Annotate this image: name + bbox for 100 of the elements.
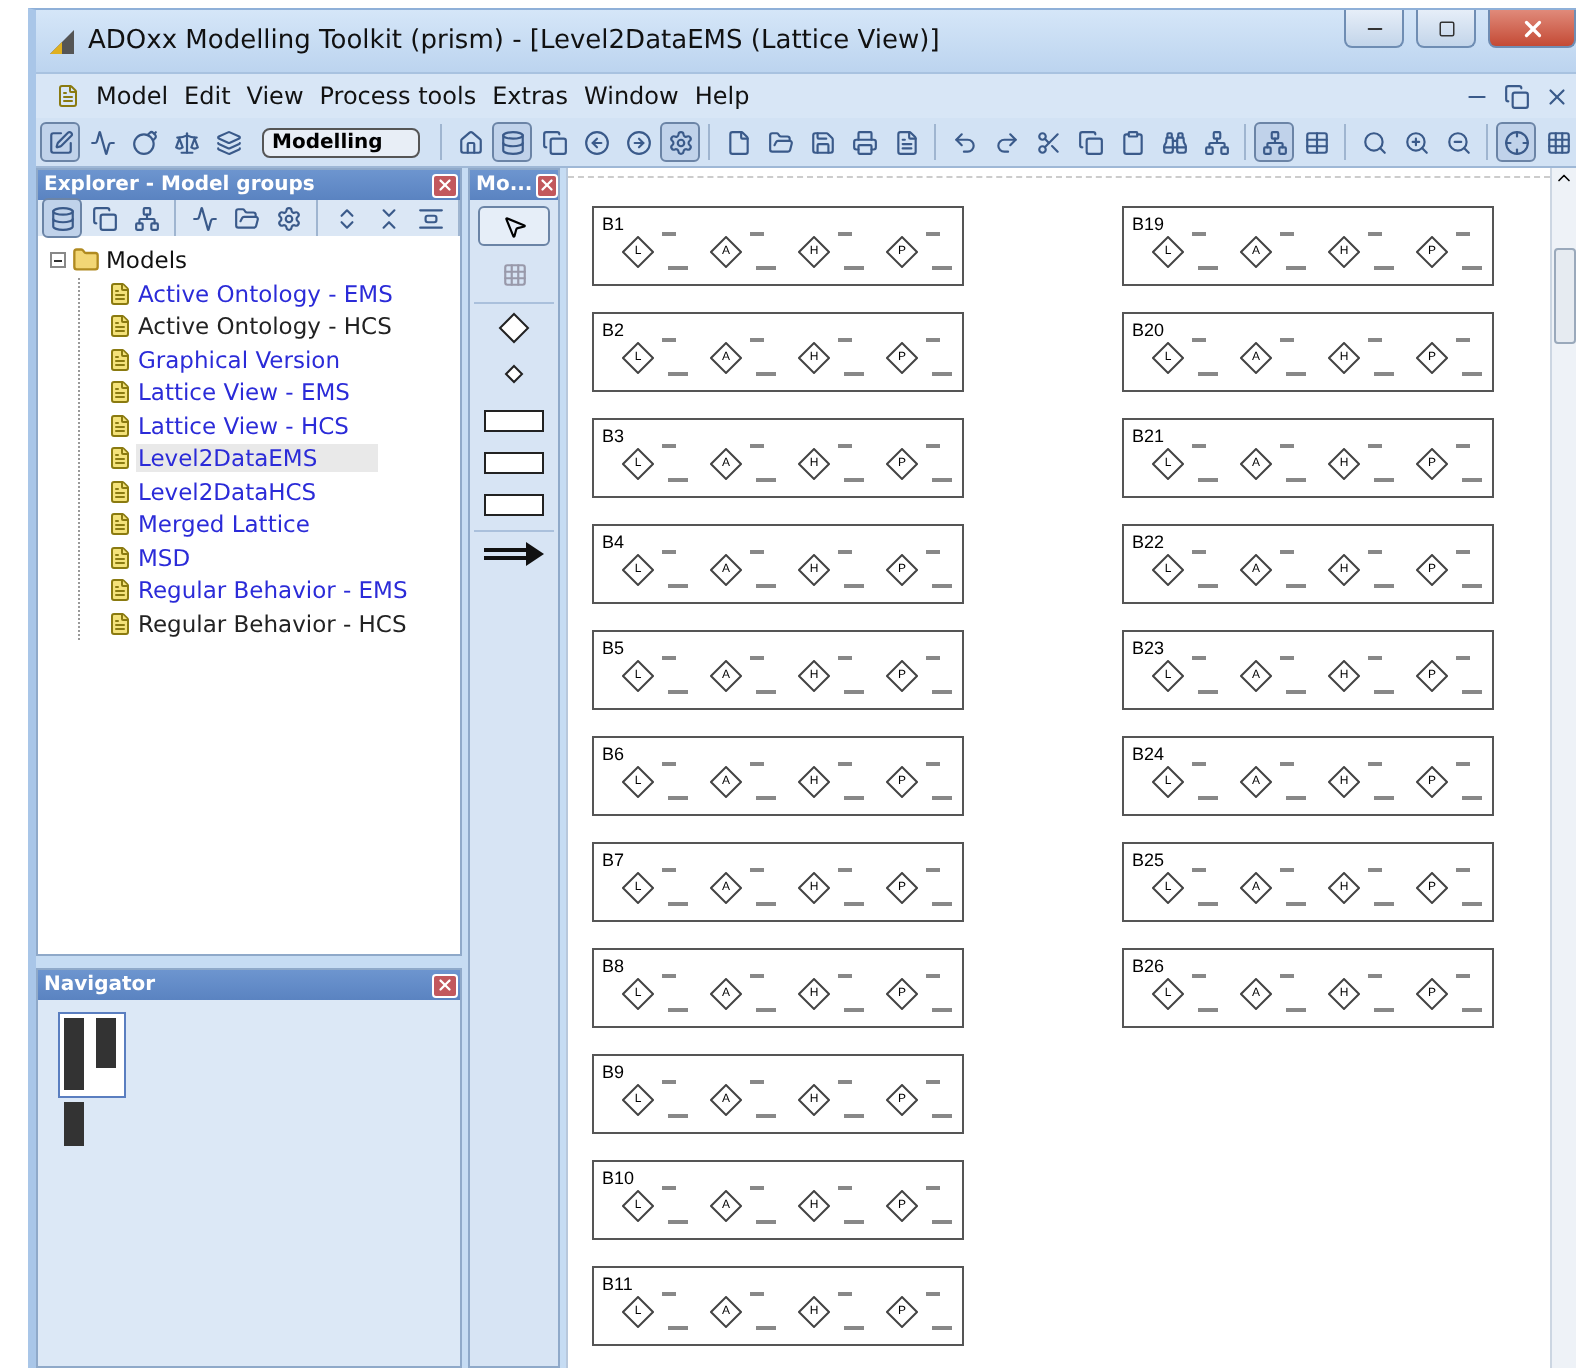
- block-label: B1: [602, 214, 625, 234]
- crosshair-icon[interactable]: [1496, 122, 1537, 162]
- annotation-marks-drawing: [922, 866, 954, 910]
- tree-item[interactable]: Regular Behavior - HCS: [136, 609, 467, 638]
- annotation-marks-drawing: [1276, 548, 1308, 592]
- annotation-marks-drawing: [1188, 866, 1220, 910]
- annotation-marks-drawing: [746, 442, 778, 486]
- tree-item[interactable]: Graphical Version: [136, 345, 400, 374]
- annotation-marks-drawing: [658, 760, 690, 804]
- annotation-marks-drawing: [834, 972, 866, 1016]
- close-icon[interactable]: [432, 173, 458, 197]
- annotation-marks-drawing: [746, 972, 778, 1016]
- annotation-marks-drawing: [658, 654, 690, 698]
- collapse-icon[interactable]: [50, 252, 66, 269]
- model-icon: [108, 479, 132, 504]
- block-label: B23: [1132, 638, 1165, 658]
- annotation-marks-drawing: [746, 1078, 778, 1122]
- close-icon: [1519, 15, 1545, 41]
- close-button[interactable]: [1488, 10, 1576, 48]
- annotation-marks-drawing: [922, 230, 954, 274]
- annotation-marks-drawing: [1364, 548, 1396, 592]
- panel-title: Mo...: [476, 174, 533, 196]
- block-label: B7: [602, 850, 625, 870]
- menu-item[interactable]: Extras: [484, 82, 577, 110]
- menu-item[interactable]: Model: [88, 82, 177, 110]
- block-label: B4: [602, 532, 625, 552]
- tree-item[interactable]: Models: [104, 246, 248, 275]
- tree-item[interactable]: Level2DataHCS: [136, 477, 377, 506]
- annotation-marks-drawing: [746, 336, 778, 380]
- block-label: B20: [1132, 320, 1165, 340]
- annotation-marks-drawing: [1276, 866, 1308, 910]
- annotation-marks-drawing: [1188, 548, 1220, 592]
- tree-item[interactable]: Active Ontology - HCS: [136, 312, 452, 341]
- annotation-marks-drawing: [922, 1290, 954, 1334]
- tree-item[interactable]: Merged Lattice: [136, 510, 370, 539]
- annotation-marks-drawing: [922, 1184, 954, 1228]
- annotation-marks-drawing: [922, 548, 954, 592]
- model-icon: [108, 380, 132, 405]
- model-icon: [108, 446, 132, 471]
- annotation-marks-drawing: [1276, 230, 1308, 274]
- annotation-marks-drawing: [834, 760, 866, 804]
- annotation-marks-drawing: [922, 972, 954, 1016]
- database-icon[interactable]: [492, 122, 533, 162]
- block-label: B22: [1132, 532, 1165, 552]
- annotation-marks-drawing: [922, 442, 954, 486]
- block-label: B19: [1132, 214, 1165, 234]
- annotation-marks-drawing: [1364, 866, 1396, 910]
- annotation-marks-drawing: [658, 1078, 690, 1122]
- block-label: B6: [602, 744, 625, 764]
- settings-icon[interactable]: [660, 122, 701, 162]
- scroll-bar[interactable]: [1550, 168, 1576, 1368]
- diamond-icon[interactable]: [498, 312, 530, 344]
- annotation-marks-drawing: [746, 760, 778, 804]
- tree-item[interactable]: Level2DataEMS: [136, 444, 378, 473]
- block-label: B9: [602, 1062, 625, 1082]
- double-arrow-icon[interactable]: [482, 540, 546, 568]
- close-icon[interactable]: [536, 173, 559, 197]
- block-label: B2: [602, 320, 625, 340]
- minimize-button[interactable]: [1344, 10, 1404, 48]
- database-icon[interactable]: [42, 198, 82, 238]
- close-icon[interactable]: [432, 973, 458, 997]
- annotation-marks-drawing: [1452, 230, 1484, 274]
- rectangle-icon[interactable]: [484, 410, 544, 432]
- menu-item[interactable]: Window: [576, 82, 687, 110]
- annotation-marks-drawing: [658, 442, 690, 486]
- annotation-marks-drawing: [834, 866, 866, 910]
- annotation-marks-drawing: [1452, 336, 1484, 380]
- annotation-marks-drawing: [1452, 654, 1484, 698]
- annotation-marks-drawing: [658, 1184, 690, 1228]
- mode-selector[interactable]: Modelling: [262, 127, 421, 157]
- annotation-marks-drawing: [922, 1078, 954, 1122]
- menu-item[interactable]: View: [238, 82, 312, 110]
- rectangle-icon[interactable]: [484, 494, 544, 516]
- rectangle-icon[interactable]: [484, 452, 544, 474]
- annotation-marks-drawing: [1276, 654, 1308, 698]
- pointer-icon[interactable]: [478, 206, 550, 246]
- annotation-marks-drawing: [746, 1290, 778, 1334]
- tree-item[interactable]: Lattice View - HCS: [136, 411, 409, 440]
- tree-item[interactable]: Lattice View - EMS: [136, 378, 410, 407]
- menu-item[interactable]: Edit: [176, 82, 239, 110]
- small-diamond-icon[interactable]: [504, 364, 524, 384]
- annotation-marks-drawing: [834, 230, 866, 274]
- annotation-marks-drawing: [658, 548, 690, 592]
- block-label: B3: [602, 426, 625, 446]
- annotation-marks-drawing: [1276, 972, 1308, 1016]
- annotation-marks-drawing: [834, 654, 866, 698]
- model-icon: [108, 413, 132, 438]
- annotation-marks-drawing: [922, 654, 954, 698]
- diagram-icon[interactable]: [1254, 122, 1295, 162]
- annotation-marks-drawing: [1364, 336, 1396, 380]
- app-logo-icon: [48, 27, 76, 55]
- pencil-icon[interactable]: [40, 122, 80, 162]
- tree-item[interactable]: Active Ontology - EMS: [136, 279, 453, 308]
- tree-item[interactable]: Regular Behavior - EMS: [136, 576, 468, 605]
- block-label: B25: [1132, 850, 1165, 870]
- maximize-button[interactable]: [1416, 10, 1476, 48]
- tree-item[interactable]: MSD: [136, 543, 251, 572]
- window-title: ADOxx Modelling Toolkit (prism) - [Level2DataEMS (Lattice View)]: [88, 26, 942, 56]
- menu-item[interactable]: Help: [686, 82, 758, 110]
- menu-item[interactable]: Process tools: [311, 82, 485, 110]
